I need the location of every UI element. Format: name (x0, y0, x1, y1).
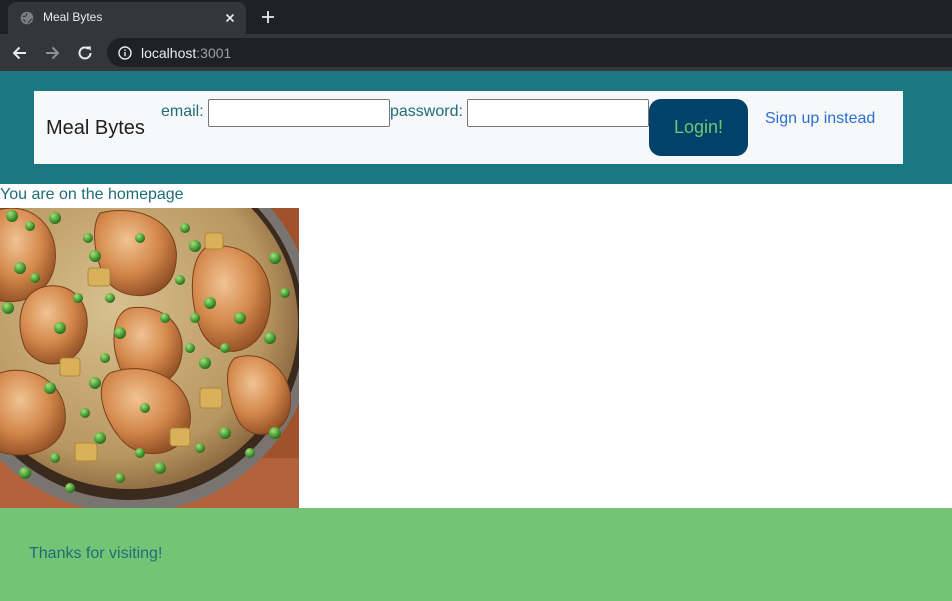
browser-tab[interactable]: Meal Bytes (8, 2, 246, 34)
navbar: Meal Bytes email: password: Login! Sign … (34, 91, 903, 164)
footer-text: Thanks for visiting! (29, 545, 163, 562)
password-label: password: (390, 103, 463, 120)
close-icon[interactable] (222, 10, 238, 26)
homepage-message: You are on the homepage (0, 186, 184, 203)
brand-title: Meal Bytes (46, 117, 145, 139)
tab-title: Meal Bytes (43, 10, 103, 24)
signup-link[interactable]: Sign up instead (765, 110, 875, 128)
login-button[interactable]: Login! (649, 99, 748, 156)
password-field[interactable] (467, 99, 649, 127)
email-label: email: (161, 103, 204, 120)
meal-photo (0, 208, 299, 508)
page-viewport: Meal Bytes email: password: Login! Sign … (0, 71, 952, 601)
back-arrow-icon[interactable] (10, 43, 30, 63)
globe-icon (20, 11, 34, 25)
forward-arrow-icon[interactable] (42, 43, 62, 63)
url-host: localhost (141, 45, 197, 61)
reload-icon[interactable] (75, 43, 95, 63)
email-field[interactable] (208, 99, 390, 127)
address-bar[interactable]: localhost:3001 (107, 38, 952, 67)
info-icon[interactable] (118, 46, 132, 60)
browser-toolbar: localhost:3001 (0, 34, 952, 71)
url-text: localhost:3001 (141, 45, 231, 61)
browser-tabstrip: Meal Bytes (0, 0, 952, 34)
site-footer: Thanks for visiting! (0, 508, 952, 601)
new-tab-icon[interactable] (260, 9, 276, 25)
url-port: :3001 (196, 45, 232, 61)
site-header: Meal Bytes email: password: Login! Sign … (0, 71, 952, 184)
